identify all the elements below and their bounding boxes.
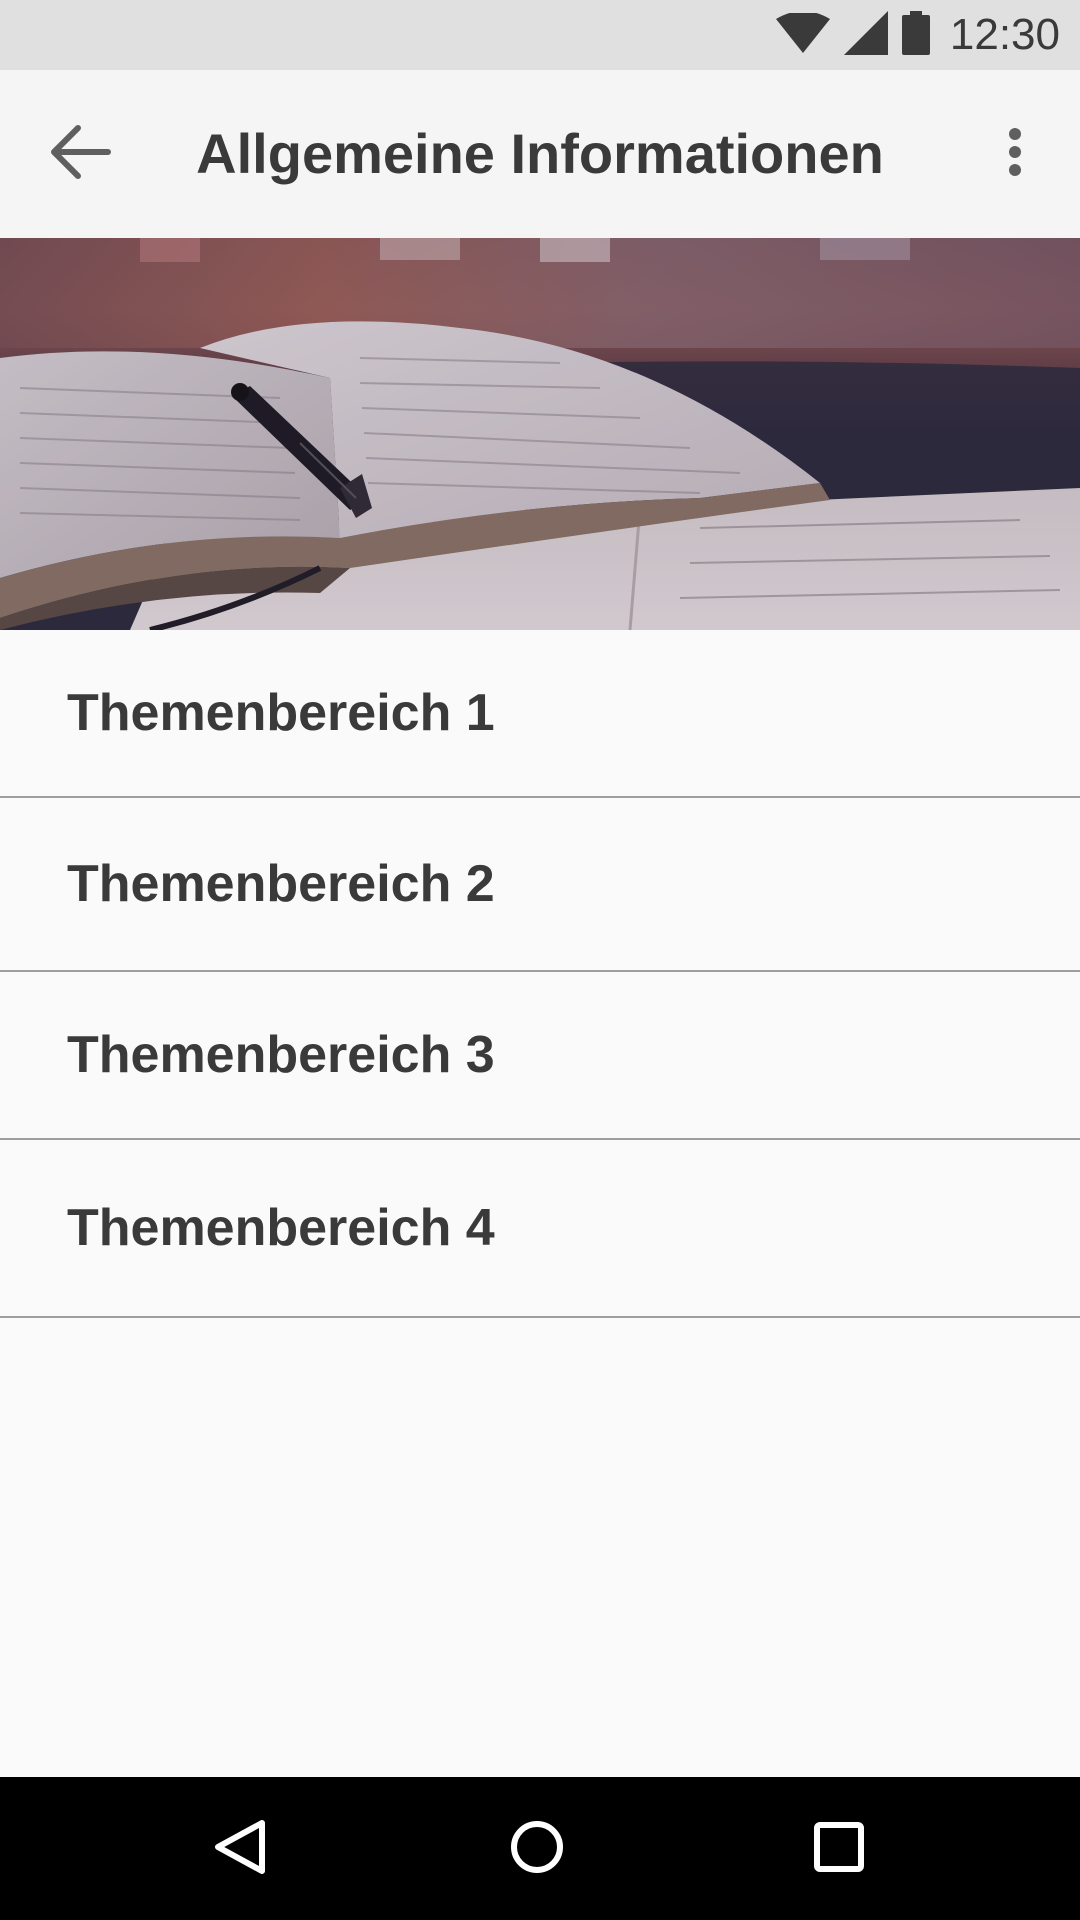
list-item-topic-3[interactable]: Themenbereich 3 <box>0 972 1080 1140</box>
back-button[interactable] <box>40 114 120 194</box>
status-icons: 12:30 <box>775 0 1060 70</box>
list-item-topic-4[interactable]: Themenbereich 4 <box>0 1140 1080 1318</box>
topic-label: Themenbereich 3 <box>67 1026 495 1084</box>
system-nav-bar <box>0 1777 1080 1920</box>
nav-recents-button[interactable] <box>789 1799 889 1899</box>
topic-label: Themenbereich 1 <box>67 684 495 742</box>
nav-home-button[interactable] <box>487 1799 587 1899</box>
more-vert-icon <box>1007 127 1023 182</box>
screen: 12:30 Allgemeine Informationen Themenber… <box>0 0 1080 1920</box>
topic-label: Themenbereich 4 <box>67 1199 495 1257</box>
nav-back-icon <box>212 1817 268 1882</box>
topic-label: Themenbereich 2 <box>67 855 495 913</box>
hero-image <box>0 238 1080 630</box>
status-time: 12:30 <box>949 10 1060 59</box>
wifi-icon <box>775 10 830 58</box>
arrow-back-icon <box>48 122 112 187</box>
open-book-with-pen-photo <box>0 238 1080 630</box>
list-item-topic-1[interactable]: Themenbereich 1 <box>0 630 1080 798</box>
status-bar: 12:30 <box>0 0 1080 70</box>
nav-back-button[interactable] <box>190 1799 290 1899</box>
page-title: Allgemeine Informationen <box>196 122 884 185</box>
topic-list: Themenbereich 1 Themenbereich 2 Themenbe… <box>0 630 1080 1318</box>
app-bar: Allgemeine Informationen <box>0 70 1080 238</box>
list-item-topic-2[interactable]: Themenbereich 2 <box>0 798 1080 972</box>
battery-icon <box>901 10 930 60</box>
cell-signal-icon <box>843 10 888 60</box>
nav-home-icon <box>509 1819 565 1880</box>
nav-recents-icon <box>813 1821 865 1878</box>
more-options-button[interactable] <box>980 114 1050 194</box>
